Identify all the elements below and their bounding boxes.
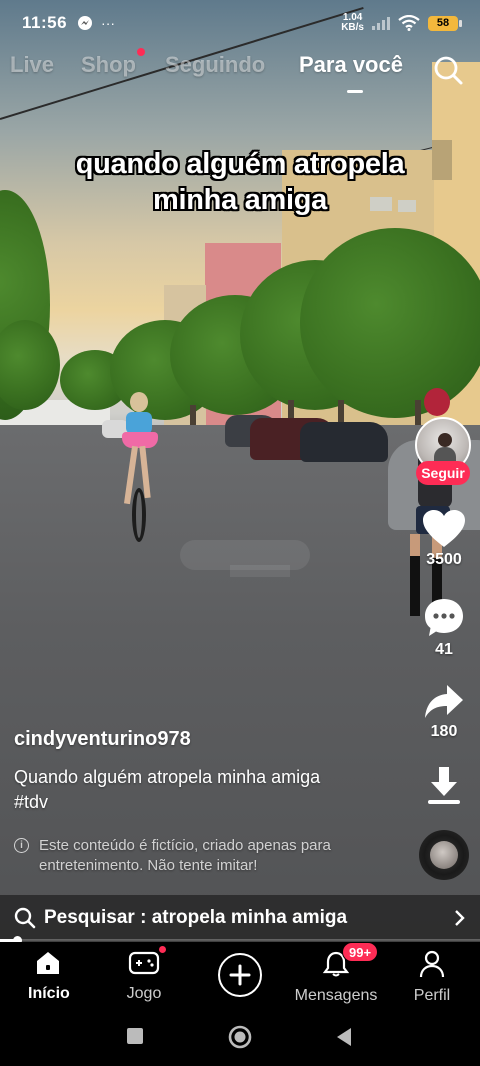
chevron-right-icon (455, 910, 465, 926)
parked-car (300, 422, 388, 462)
music-cover (430, 841, 458, 869)
battery-indicator: 58 (428, 15, 462, 31)
nav-profile[interactable]: Perfil (412, 950, 452, 1005)
back-icon[interactable] (336, 1027, 352, 1047)
home-circle-icon[interactable] (228, 1025, 252, 1049)
messenger-icon (78, 16, 93, 30)
cyclist (118, 392, 168, 542)
profile-icon (419, 950, 445, 978)
like-count: 3500 (426, 551, 462, 568)
search-icon[interactable] (432, 54, 464, 86)
status-bar: 11:56 ··· 1.04 KB/s 58 (0, 0, 480, 46)
content-disclaimer: i Este conteúdo é fictício, criado apena… (14, 836, 374, 876)
feed-tabs: Live Shop Seguindo Para você (0, 48, 480, 93)
search-suggestion-bar[interactable]: Pesquisar : atropela minha amiga (0, 895, 480, 941)
search-icon (14, 907, 36, 929)
status-time: 11:56 (22, 13, 68, 32)
recent-apps-icon[interactable] (126, 1027, 144, 1045)
home-icon (37, 952, 59, 974)
download-button[interactable] (412, 765, 476, 807)
share-icon (425, 685, 463, 718)
comment-icon (425, 599, 463, 636)
follow-button[interactable]: Seguir (416, 461, 470, 485)
heart-icon (423, 510, 465, 547)
share-button[interactable]: 180 (412, 683, 476, 741)
comment-count: 41 (435, 641, 453, 658)
system-navigation-bar (0, 1008, 480, 1066)
active-tab-indicator (347, 90, 363, 93)
search-suggestion-text: Pesquisar : atropela minha amiga (44, 907, 348, 928)
post-info: cindyventurino978 Quando alguém atropela… (14, 728, 394, 815)
tab-live[interactable]: Live (10, 52, 54, 78)
wifi-icon (398, 15, 420, 31)
music-disc[interactable] (419, 830, 469, 880)
tab-shop[interactable]: Shop (81, 52, 136, 78)
road-marking (230, 565, 290, 577)
messages-badge: 99+ (342, 942, 379, 962)
comment-button[interactable]: 41 (412, 597, 476, 659)
more-icon: ··· (101, 15, 116, 31)
network-speed: 1.04 KB/s (341, 12, 364, 33)
game-notification-dot (159, 946, 166, 953)
download-icon (428, 767, 460, 804)
post-hashtag[interactable]: #tdv (14, 790, 394, 815)
tab-following[interactable]: Seguindo (165, 52, 265, 78)
post-description: Quando alguém atropela minha amiga #tdv (14, 765, 394, 815)
plus-icon (229, 964, 251, 986)
nav-home[interactable]: Início (28, 950, 70, 1003)
status-left-icons: ··· (77, 15, 115, 31)
gamepad-icon (128, 951, 160, 975)
status-right-icons: 1.04 KB/s 58 (341, 12, 462, 33)
signal-icon (372, 16, 390, 30)
bottom-navigation: Início Jogo Mensagens 99+ Perfil (0, 942, 480, 1008)
like-button[interactable]: 3500 (412, 509, 476, 569)
shop-notification-dot (137, 48, 145, 56)
disclaimer-text: Este conteúdo é fictício, criado apenas … (39, 837, 331, 874)
create-button[interactable] (218, 953, 262, 997)
video-caption-overlay: quando alguém atropela minha amiga (75, 148, 405, 217)
creator-username[interactable]: cindyventurino978 (14, 728, 394, 751)
tab-for-you[interactable]: Para você (299, 52, 403, 78)
nav-game[interactable]: Jogo (124, 950, 164, 1003)
share-count: 180 (430, 723, 458, 740)
info-icon: i (14, 838, 29, 853)
